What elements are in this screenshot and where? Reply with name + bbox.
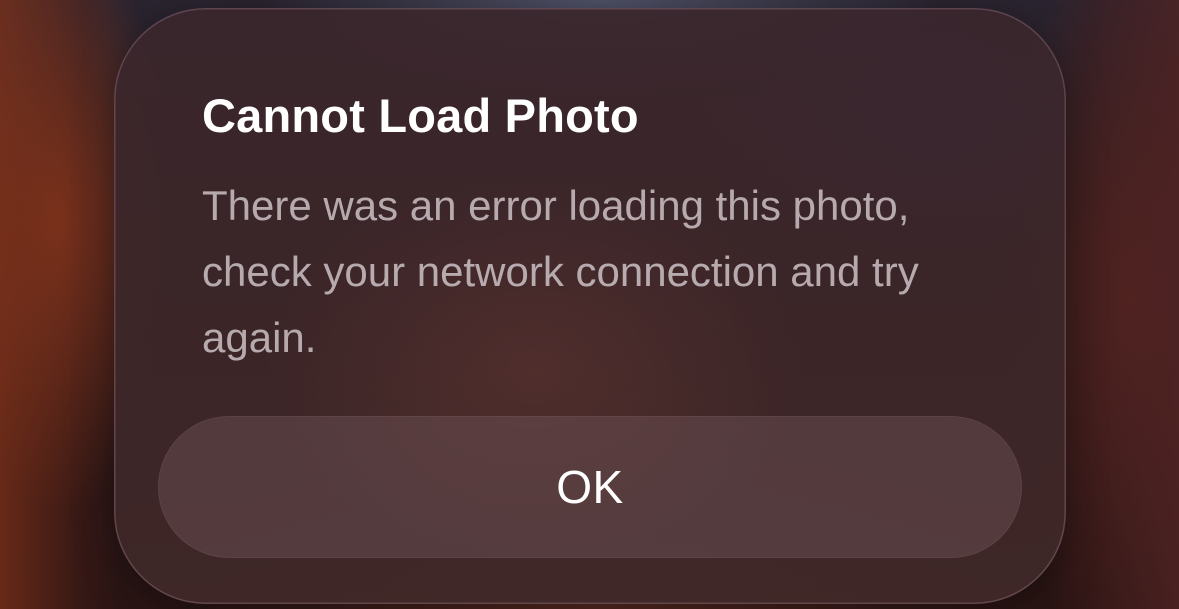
screen: Cannot Load Photo There was an error loa…	[0, 0, 1179, 609]
alert-dialog: Cannot Load Photo There was an error loa…	[114, 8, 1066, 604]
alert-title: Cannot Load Photo	[202, 89, 639, 142]
alert-message: There was an error loading this photo, c…	[202, 182, 919, 361]
ok-button-label: OK	[556, 461, 624, 513]
ok-button[interactable]: OK	[158, 416, 1022, 558]
